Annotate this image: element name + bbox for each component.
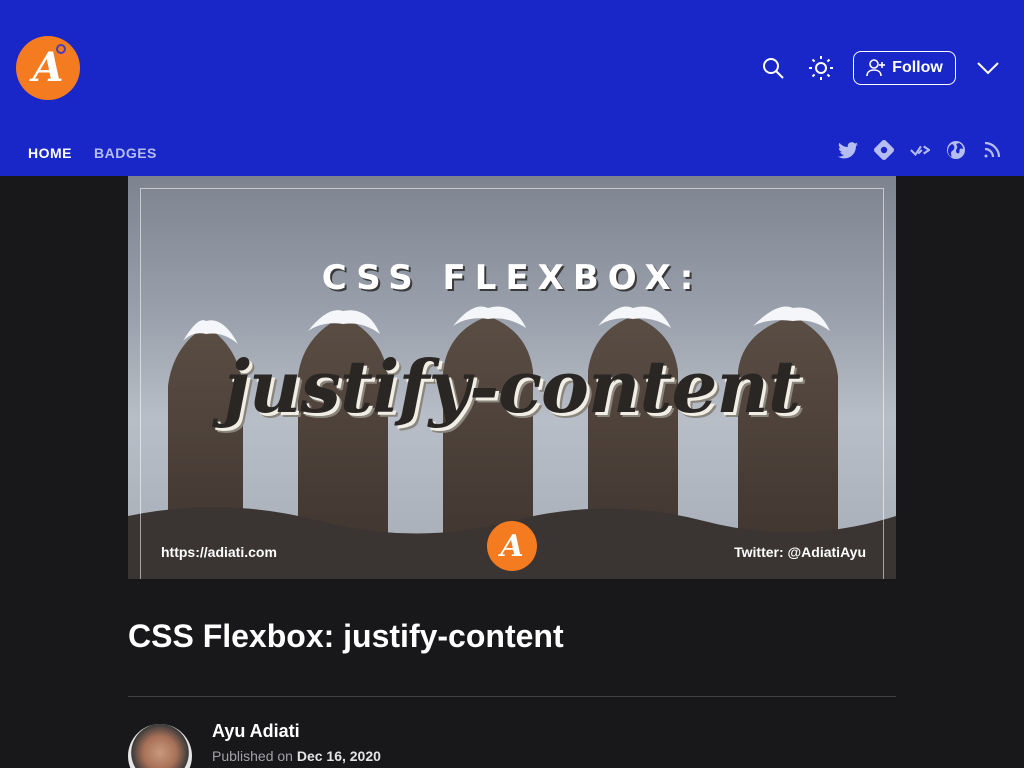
main-nav: HOME BADGES <box>28 145 157 161</box>
search-icon[interactable] <box>759 54 787 82</box>
nav-home[interactable]: HOME <box>28 145 72 161</box>
logo-dot <box>56 44 66 54</box>
sun-icon[interactable] <box>807 54 835 82</box>
follow-label: Follow <box>892 59 943 76</box>
cover-url: https://adiati.com <box>161 544 277 560</box>
published-date: Dec 16, 2020 <box>296 748 381 764</box>
social-links <box>838 140 1002 160</box>
article-title: CSS Flexbox: justify-content <box>128 618 564 654</box>
cover-twitter-handle: Twitter: @AdiatiAyu <box>734 544 866 560</box>
author-avatar[interactable] <box>128 724 192 768</box>
follow-button[interactable]: Follow <box>853 51 956 85</box>
cover-logo-letter: A <box>500 528 524 564</box>
publish-info: Published on Dec 16, 2020 <box>212 748 381 764</box>
cover-logo: A <box>487 521 537 571</box>
add-user-icon <box>866 59 886 77</box>
blog-logo[interactable]: A <box>16 36 80 100</box>
cover-heading: CSS FLEXBOX: <box>321 258 703 298</box>
hashnode-icon[interactable] <box>874 140 894 160</box>
cover-image: CSS FLEXBOX: justify-content https://adi… <box>128 176 896 579</box>
twitter-icon[interactable] <box>838 140 858 160</box>
cover-script-title: justify-content <box>223 344 801 429</box>
devto-icon[interactable] <box>910 140 930 160</box>
site-header: A Follow HOME BADGES <box>0 0 1024 176</box>
logo-letter: A <box>32 44 64 91</box>
nav-badges[interactable]: BADGES <box>94 145 157 161</box>
rss-icon[interactable] <box>982 140 1002 160</box>
published-prefix: Published on <box>212 748 293 764</box>
title-divider <box>128 696 896 697</box>
chevron-down-icon[interactable] <box>974 54 1002 82</box>
author-name[interactable]: Ayu Adiati <box>212 721 300 742</box>
globe-icon[interactable] <box>946 140 966 160</box>
